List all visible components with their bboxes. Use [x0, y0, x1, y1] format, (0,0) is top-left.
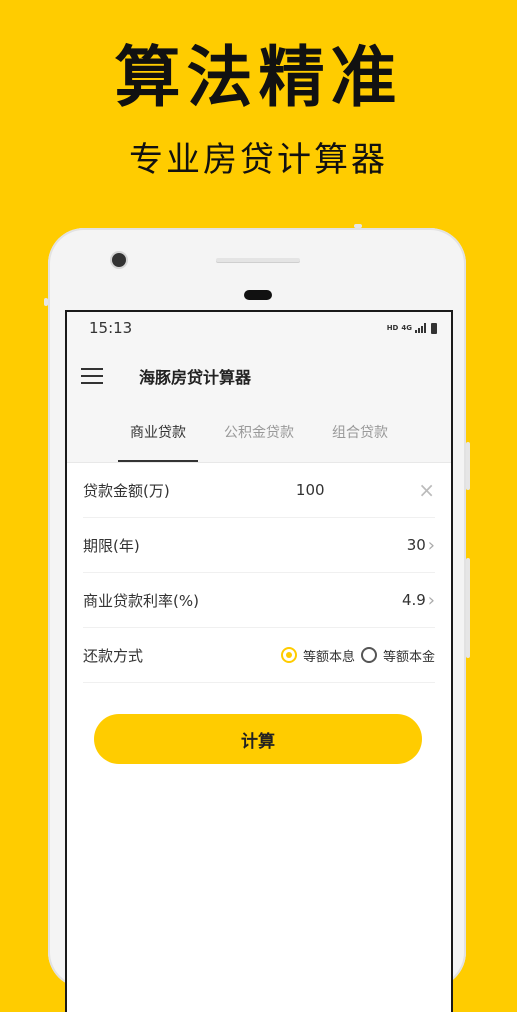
- hamburger-menu-icon[interactable]: [81, 368, 103, 384]
- tab-combined-loan[interactable]: 组合贷款: [320, 408, 400, 462]
- rate-value: 4.9: [401, 591, 426, 609]
- clear-icon[interactable]: ×: [418, 480, 435, 500]
- radio-unchecked-icon: [360, 647, 377, 663]
- loan-type-tabs: 商业贷款 公积金贷款 组合贷款: [67, 408, 451, 463]
- phone-side-button-bottom: [466, 558, 470, 658]
- phone-frame: 15:13 HD 4G 海豚房贷计算器 商业贷款 公积金贷款 组合贷款 贷款金额…: [44, 224, 470, 1012]
- rate-row[interactable]: 商业贷款利率(%) 4.9 ›: [83, 573, 435, 628]
- network-indicator: 4G: [401, 324, 412, 332]
- phone-left-tab: [44, 298, 48, 306]
- radio-equal-principal[interactable]: 等额本金: [360, 646, 435, 665]
- radio-checked-icon: [280, 647, 297, 663]
- radio-equal-installment-label: 等额本息: [302, 649, 355, 665]
- rate-label: 商业贷款利率(%): [83, 591, 199, 610]
- front-camera-icon: [112, 253, 126, 267]
- phone-top-notch-tab: [354, 224, 362, 228]
- app-title: 海豚房贷计算器: [139, 368, 252, 387]
- repayment-method-radio-group: 等额本息 等额本金: [280, 646, 435, 665]
- amount-input[interactable]: [248, 480, 373, 500]
- radio-equal-principal-label: 等额本金: [382, 649, 435, 665]
- hd-indicator: HD: [386, 324, 399, 332]
- tab-commercial-loan[interactable]: 商业贷款: [118, 408, 198, 462]
- status-icons: HD 4G: [386, 322, 437, 334]
- rate-selector[interactable]: 4.9 ›: [402, 590, 435, 611]
- calculate-button[interactable]: 计算: [94, 714, 422, 764]
- phone-side-button-top: [466, 442, 470, 490]
- term-row[interactable]: 期限(年) 30 ›: [83, 518, 435, 573]
- proximity-sensor: [244, 290, 272, 300]
- promo-subheadline: 专业房贷计算器: [129, 140, 388, 180]
- term-value: 30: [406, 536, 426, 554]
- loan-form: 贷款金额(万) × 期限(年) 30 › 商业贷款利率(%) 4.9 ›: [67, 463, 451, 683]
- earpiece-speaker: [216, 258, 300, 262]
- term-label: 期限(年): [83, 536, 140, 555]
- repayment-method-row: 还款方式 等额本息 等额本金: [83, 628, 435, 683]
- chevron-right-icon: ›: [427, 589, 435, 611]
- promo-headline: 算法精准: [114, 39, 403, 116]
- app-bar: 海豚房贷计算器: [67, 344, 451, 408]
- amount-row: 贷款金额(万) ×: [83, 463, 435, 518]
- radio-equal-installment[interactable]: 等额本息: [280, 646, 355, 665]
- status-time: 15:13: [89, 319, 133, 337]
- phone-screen: 15:13 HD 4G 海豚房贷计算器 商业贷款 公积金贷款 组合贷款 贷款金额…: [65, 310, 453, 1012]
- status-bar: 15:13 HD 4G: [67, 312, 451, 344]
- signal-strength-icon: [415, 323, 426, 333]
- amount-label: 贷款金额(万): [83, 481, 170, 500]
- tab-provident-fund-loan[interactable]: 公积金贷款: [212, 408, 306, 462]
- term-selector[interactable]: 30 ›: [407, 535, 435, 556]
- repayment-method-label: 还款方式: [83, 646, 144, 665]
- chevron-right-icon: ›: [427, 534, 435, 556]
- battery-icon: [431, 322, 437, 334]
